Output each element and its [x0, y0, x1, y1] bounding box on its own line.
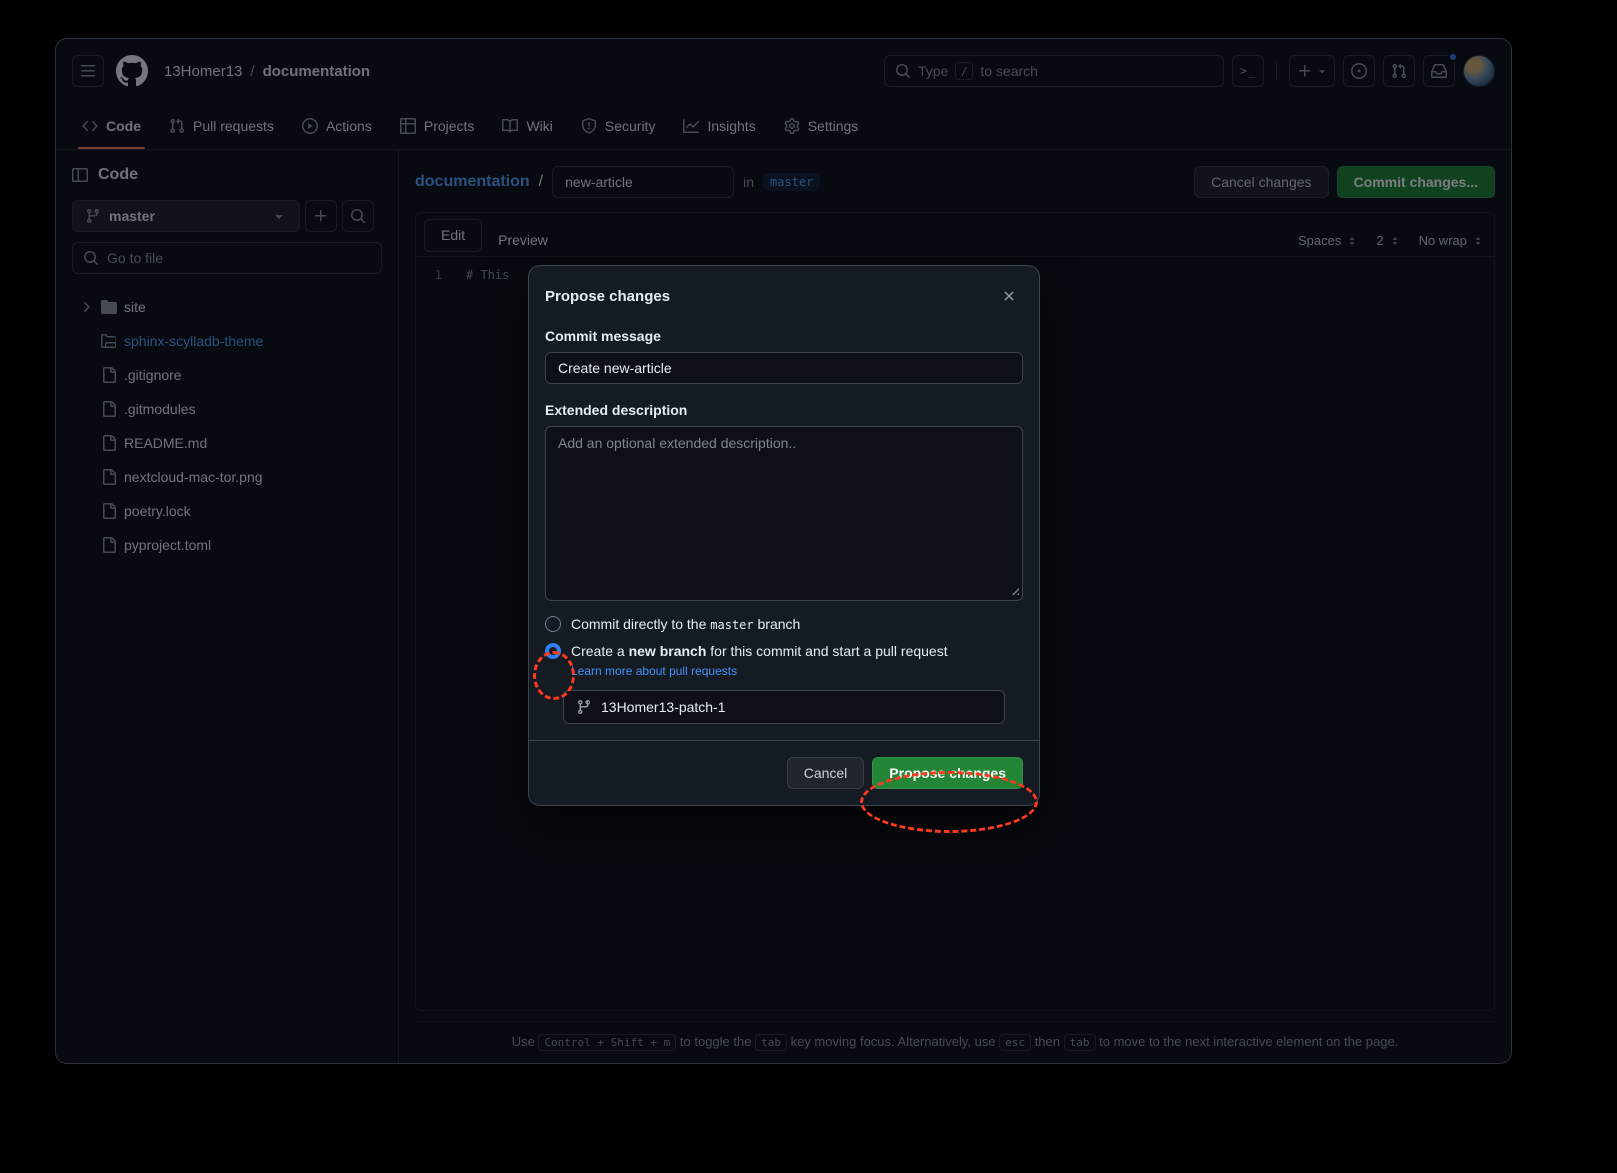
- screenshot-stage: { "colors": { "accent_blue": "#2f81f7", …: [0, 0, 1617, 1173]
- propose-changes-button[interactable]: Propose changes: [872, 757, 1023, 789]
- commit-message-input[interactable]: [545, 352, 1023, 384]
- create-branch-option[interactable]: Create a new branch for this commit and …: [545, 643, 1023, 659]
- learn-more-link[interactable]: Learn more about pull requests: [571, 664, 737, 678]
- create-branch-label: Create a new branch for this commit and …: [571, 643, 948, 659]
- commit-message-label: Commit message: [545, 328, 1023, 344]
- commit-direct-option[interactable]: Commit directly to the master branch: [545, 616, 1023, 632]
- extended-description-textarea[interactable]: [545, 426, 1023, 601]
- propose-changes-dialog: Propose changes Commit message Extended …: [528, 265, 1040, 806]
- new-branch-name-input[interactable]: 13Homer13-patch-1: [563, 690, 1005, 724]
- commit-direct-label: Commit directly to the master branch: [571, 616, 800, 632]
- extended-description-label: Extended description: [545, 402, 1023, 418]
- radio-checked[interactable]: [545, 643, 561, 659]
- git-branch-icon: [576, 699, 592, 715]
- cancel-button[interactable]: Cancel: [787, 757, 865, 789]
- description-wrap: [545, 426, 1023, 601]
- dialog-header: Propose changes: [529, 266, 1039, 320]
- radio-unchecked[interactable]: [545, 616, 561, 632]
- dialog-body: Commit message Extended description Comm…: [529, 328, 1039, 724]
- label-text: Create a: [571, 643, 625, 659]
- label-text: branch: [758, 616, 801, 632]
- label-text: for this commit and start a pull request: [710, 643, 947, 659]
- new-branch-bold: new branch: [629, 643, 707, 659]
- dialog-footer: Cancel Propose changes: [529, 740, 1039, 805]
- label-text: Commit directly to the: [571, 616, 706, 632]
- new-branch-name-value: 13Homer13-patch-1: [601, 699, 726, 715]
- dialog-title: Propose changes: [545, 288, 995, 305]
- branch-name-inline: master: [710, 618, 753, 632]
- close-dialog-button[interactable]: [995, 282, 1023, 310]
- close-icon: [1001, 288, 1017, 304]
